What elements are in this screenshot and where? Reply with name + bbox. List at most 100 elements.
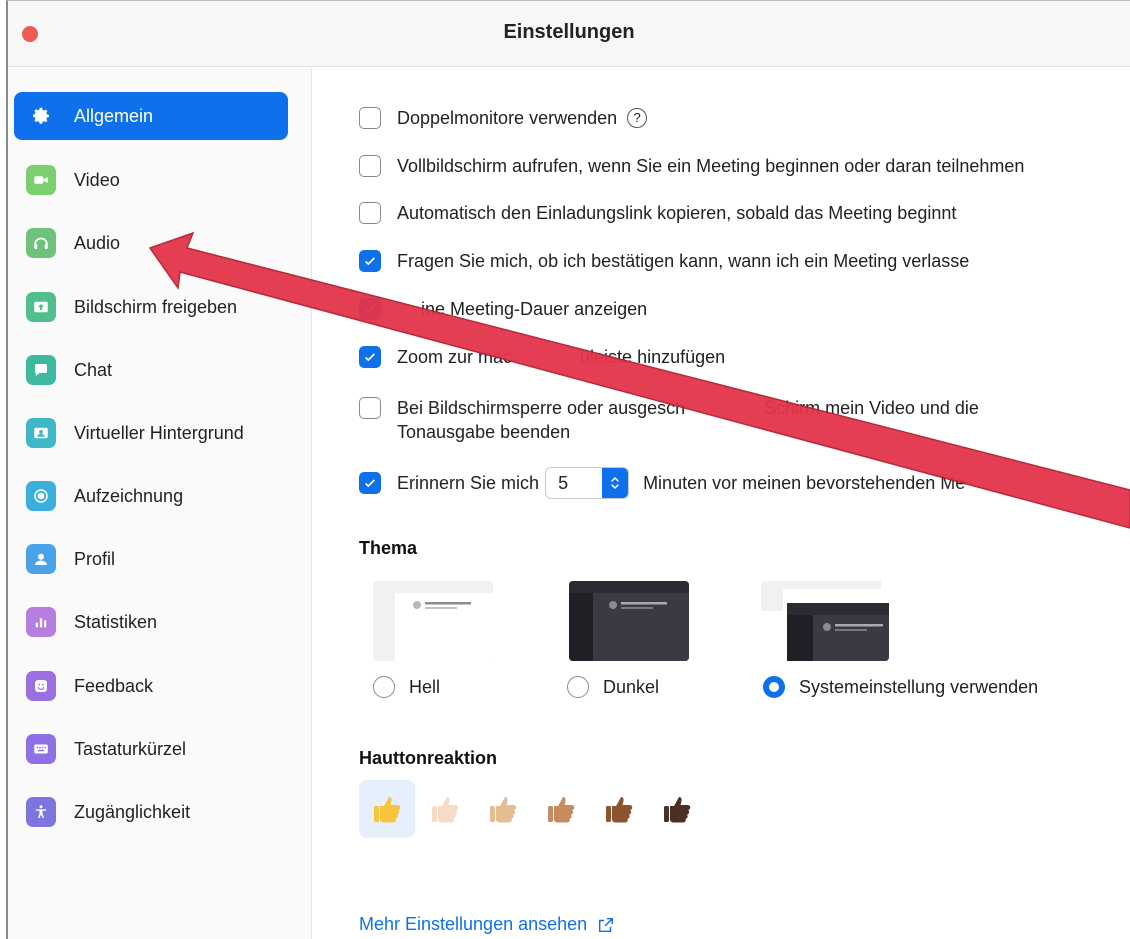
video-camera-icon: [26, 165, 56, 195]
sidebar-item-zugaenglichkeit[interactable]: Zugänglichkeit: [14, 788, 288, 836]
option-reminder: Erinnern Sie mich 5 Minuten vor meinen b…: [359, 467, 966, 499]
general-settings-panel: Doppelmonitore verwenden ? Vollbildschir…: [313, 68, 1130, 939]
radio-label: Systemeinstellung verwenden: [799, 676, 1039, 697]
window-title: Einstellungen: [503, 21, 635, 43]
external-link-icon: [599, 917, 614, 932]
sidebar-item-virtueller-hintergrund[interactable]: Virtueller Hintergrund: [14, 409, 288, 457]
sidebar-item-label: Chat: [74, 359, 113, 380]
checkmark-icon: [365, 353, 375, 362]
option-label: Vollbildschirm aufrufen, wenn Sie ein Me…: [397, 156, 1025, 176]
option-label-end: Schirm mein Video und die: [764, 398, 979, 418]
theme-option-hell[interactable]: Hell: [373, 676, 440, 698]
share-screen-icon: [26, 292, 56, 322]
option-confirm-leave: Fragen Sie mich, ob ich bestätigen kann,…: [359, 249, 969, 273]
sidebar-item-bildschirm-freigeben[interactable]: Bildschirm freigeben: [14, 283, 288, 331]
keyboard-icon: [26, 734, 56, 764]
checkmark-icon: [365, 257, 375, 266]
more-settings-link[interactable]: Mehr Einstellungen ansehen: [359, 914, 615, 935]
sidebar-item-label: Audio: [74, 232, 121, 253]
option-label-block: Bei Bildschirmsperre oder ausgesch Schir…: [397, 396, 979, 444]
reminder-checkbox[interactable]: [359, 472, 381, 494]
chat-icon: [26, 355, 56, 385]
option-label-start: Zoom zur mac: [397, 347, 513, 367]
radio-button[interactable]: [567, 676, 589, 698]
reminder-minutes-stepper[interactable]: 5: [545, 467, 630, 499]
feedback-icon: [26, 671, 56, 701]
option-label: Automatisch den Einladungslink kopieren,…: [397, 203, 957, 223]
option-label: Fragen Sie mich, ob ich bestätigen kann,…: [397, 251, 970, 271]
sidebar-item-statistiken[interactable]: Statistiken: [14, 598, 288, 646]
thumbs-up-icon[interactable]: [591, 780, 647, 838]
accessibility-icon: [26, 797, 56, 827]
menu-bar-checkbox[interactable]: [359, 346, 381, 368]
gear-icon: [26, 101, 56, 131]
settings-window: Einstellungen Allgemein Video Audio Bild…: [6, 0, 1130, 939]
option-label: ine Meeting-Dauer anzeigen: [421, 299, 648, 319]
option-label-start: Bei Bildschirmsperre oder ausgesch: [397, 398, 686, 418]
reminder-label-before: Erinnern Sie mich: [397, 473, 540, 493]
more-settings-label: Mehr Einstellungen ansehen: [359, 914, 588, 934]
theme-preview-dark[interactable]: [569, 581, 689, 661]
thumbs-up-icon[interactable]: [359, 780, 415, 838]
sidebar-item-audio[interactable]: Audio: [14, 219, 288, 267]
confirm-leave-checkbox[interactable]: [359, 250, 381, 272]
sidebar-item-label: Aufzeichnung: [74, 485, 184, 506]
virtual-background-icon: [26, 418, 56, 448]
sidebar-item-label: Tastaturkürzel: [74, 738, 187, 759]
sidebar-item-aufzeichnung[interactable]: Aufzeichnung: [14, 472, 288, 520]
sidebar-item-label: Feedback: [74, 675, 154, 696]
sidebar-item-label: Profil: [74, 548, 116, 569]
radio-button[interactable]: [373, 676, 395, 698]
reminder-label-after: Minuten vor meinen bevorstehenden Me: [643, 473, 966, 493]
sidebar-item-label: Bildschirm freigeben: [74, 296, 238, 317]
option-label-end: üleiste hinzufügen: [580, 347, 726, 367]
skin-tone-heading: Hauttonreaktion: [359, 748, 498, 768]
checkmark-icon: [365, 305, 375, 314]
checkmark-icon: [365, 479, 375, 488]
record-icon: [26, 481, 56, 511]
theme-preview-light[interactable]: [373, 581, 493, 661]
profile-icon: [26, 544, 56, 574]
stop-video-on-lock-checkbox[interactable]: [359, 397, 381, 419]
title-bar: Einstellungen: [8, 1, 1130, 67]
option-fullscreen: Vollbildschirm aufrufen, wenn Sie ein Me…: [359, 154, 1024, 178]
headphones-icon: [26, 228, 56, 258]
fullscreen-checkbox[interactable]: [359, 155, 381, 177]
option-dual-monitors: Doppelmonitore verwenden ?: [359, 106, 648, 130]
sidebar-item-profil[interactable]: Profil: [14, 535, 288, 583]
sidebar-item-label: Virtueller Hintergrund: [74, 422, 244, 443]
thumbs-up-icon[interactable]: [533, 780, 589, 838]
help-icon[interactable]: ?: [627, 108, 648, 128]
sidebar-item-label: Statistiken: [74, 611, 158, 632]
sidebar-item-allgemein[interactable]: Allgemein: [14, 92, 288, 140]
settings-sidebar: Allgemein Video Audio Bildschirm freigeb…: [8, 68, 312, 939]
sidebar-item-video[interactable]: Video: [14, 156, 288, 204]
option-stop-video-on-lock: Bei Bildschirmsperre oder ausgesch Schir…: [359, 396, 979, 444]
copy-invite-link-checkbox[interactable]: [359, 202, 381, 224]
theme-heading: Thema: [359, 538, 418, 558]
meeting-duration-checkbox[interactable]: [359, 298, 381, 320]
skin-tone-selector: [359, 780, 707, 838]
theme-preview-system[interactable]: [761, 581, 889, 661]
sidebar-item-chat[interactable]: Chat: [14, 346, 288, 394]
theme-option-system[interactable]: Systemeinstellung verwenden: [763, 676, 1038, 698]
radio-label: Hell: [409, 676, 441, 697]
dual-monitors-checkbox[interactable]: [359, 107, 381, 129]
option-label: Doppelmonitore verwenden: [397, 108, 618, 128]
sidebar-item-label: Zugänglichkeit: [74, 801, 191, 822]
sidebar-item-feedback[interactable]: Feedback: [14, 662, 288, 710]
option-label-line2: Tonausgabe beenden: [397, 422, 571, 442]
sidebar-item-label: Video: [74, 169, 120, 190]
statistics-icon: [26, 607, 56, 637]
theme-option-dunkel[interactable]: Dunkel: [567, 676, 659, 698]
sidebar-item-label: Allgemein: [74, 105, 154, 126]
thumbs-up-icon[interactable]: [417, 780, 473, 838]
sidebar-item-tastaturkuerzel[interactable]: Tastaturkürzel: [14, 725, 288, 773]
thumbs-up-icon[interactable]: [649, 780, 705, 838]
option-menu-bar: Zoom zur mac üleiste hinzufügen: [359, 345, 725, 369]
thumbs-up-icon[interactable]: [475, 780, 531, 838]
stepper-arrows-icon[interactable]: [602, 468, 629, 498]
option-copy-invite-link: Automatisch den Einladungslink kopieren,…: [359, 201, 956, 225]
radio-button[interactable]: [763, 676, 785, 698]
option-meeting-duration: ine Meeting-Dauer anzeigen: [359, 297, 647, 321]
